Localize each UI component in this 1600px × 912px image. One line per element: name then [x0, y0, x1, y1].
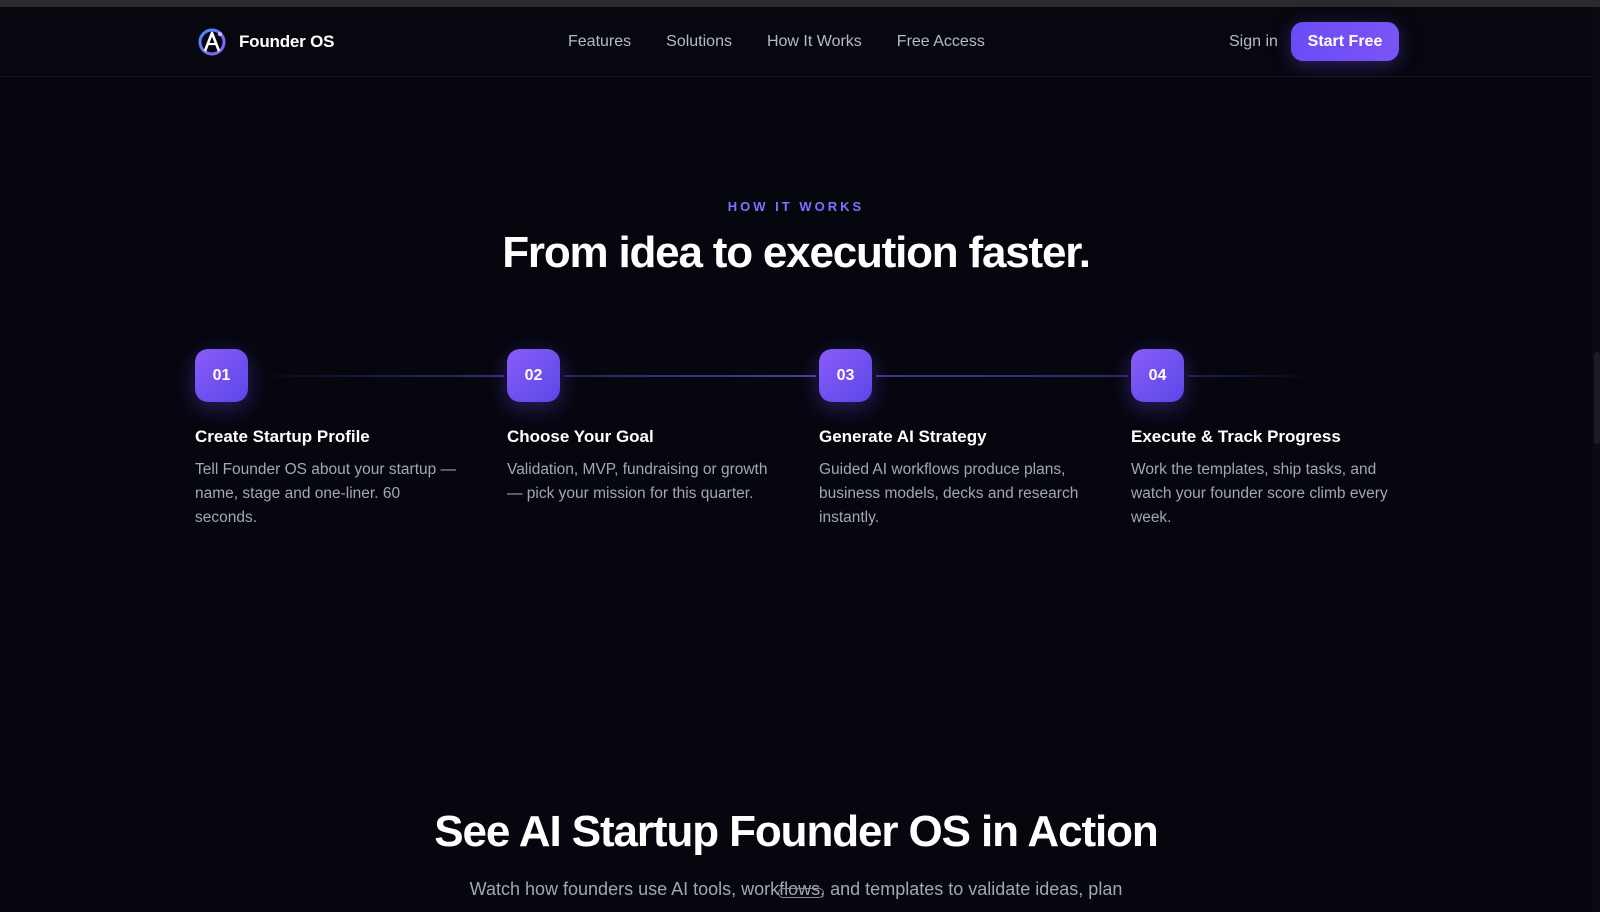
nav-link-solutions[interactable]: Solutions — [666, 31, 732, 53]
section-title: From idea to execution faster. — [502, 228, 1091, 277]
section-eyebrow: HOW IT WORKS — [727, 199, 865, 214]
primary-nav: Features Solutions How It Works Free Acc… — [568, 31, 985, 53]
step-card-4: 04 Execute & Track Progress Work the tem… — [1131, 349, 1401, 530]
browser-top-bar — [0, 0, 1600, 7]
sign-in-link[interactable]: Sign in — [1229, 31, 1278, 53]
step-description: Guided AI workflows produce plans, busin… — [819, 461, 1079, 526]
step-description: Work the templates, ship tasks, and watc… — [1131, 461, 1388, 526]
step-title: Execute & Track Progress — [1131, 427, 1341, 446]
nav-link-free-access[interactable]: Free Access — [897, 31, 985, 53]
step-card-1: 01 Create Startup Profile Tell Founder O… — [195, 349, 465, 530]
action-section-title: See AI Startup Founder OS in Action — [434, 807, 1159, 856]
step-description: Tell Founder OS about your startup — nam… — [195, 461, 457, 526]
brand-home-link[interactable]: Founder OS — [197, 25, 334, 59]
step-description: Validation, MVP, fundraising or growth —… — [507, 461, 768, 502]
nav-link-features[interactable]: Features — [568, 31, 631, 53]
step-title: Generate AI Strategy — [819, 427, 987, 446]
start-free-button[interactable]: Start Free — [1291, 22, 1399, 61]
step-title: Create Startup Profile — [195, 427, 370, 446]
step-number-badge: 02 — [507, 349, 560, 402]
step-number-badge: 03 — [819, 349, 872, 402]
founder-os-logo-icon — [198, 28, 226, 56]
step-title: Choose Your Goal — [507, 427, 654, 446]
text-selection-pill — [778, 888, 824, 898]
scrollbar-thumb[interactable] — [1594, 352, 1600, 444]
scrollbar-track[interactable] — [1592, 7, 1600, 912]
nav-link-how-it-works[interactable]: How It Works — [767, 31, 862, 53]
step-card-2: 02 Choose Your Goal Validation, MVP, fun… — [507, 349, 777, 506]
top-navigation: Founder OS Features Solutions How It Wor… — [0, 7, 1592, 77]
step-number-badge: 01 — [195, 349, 248, 402]
brand-name: Founder OS — [239, 32, 335, 51]
step-card-3: 03 Generate AI Strategy Guided AI workfl… — [819, 349, 1089, 530]
step-number-badge: 04 — [1131, 349, 1184, 402]
